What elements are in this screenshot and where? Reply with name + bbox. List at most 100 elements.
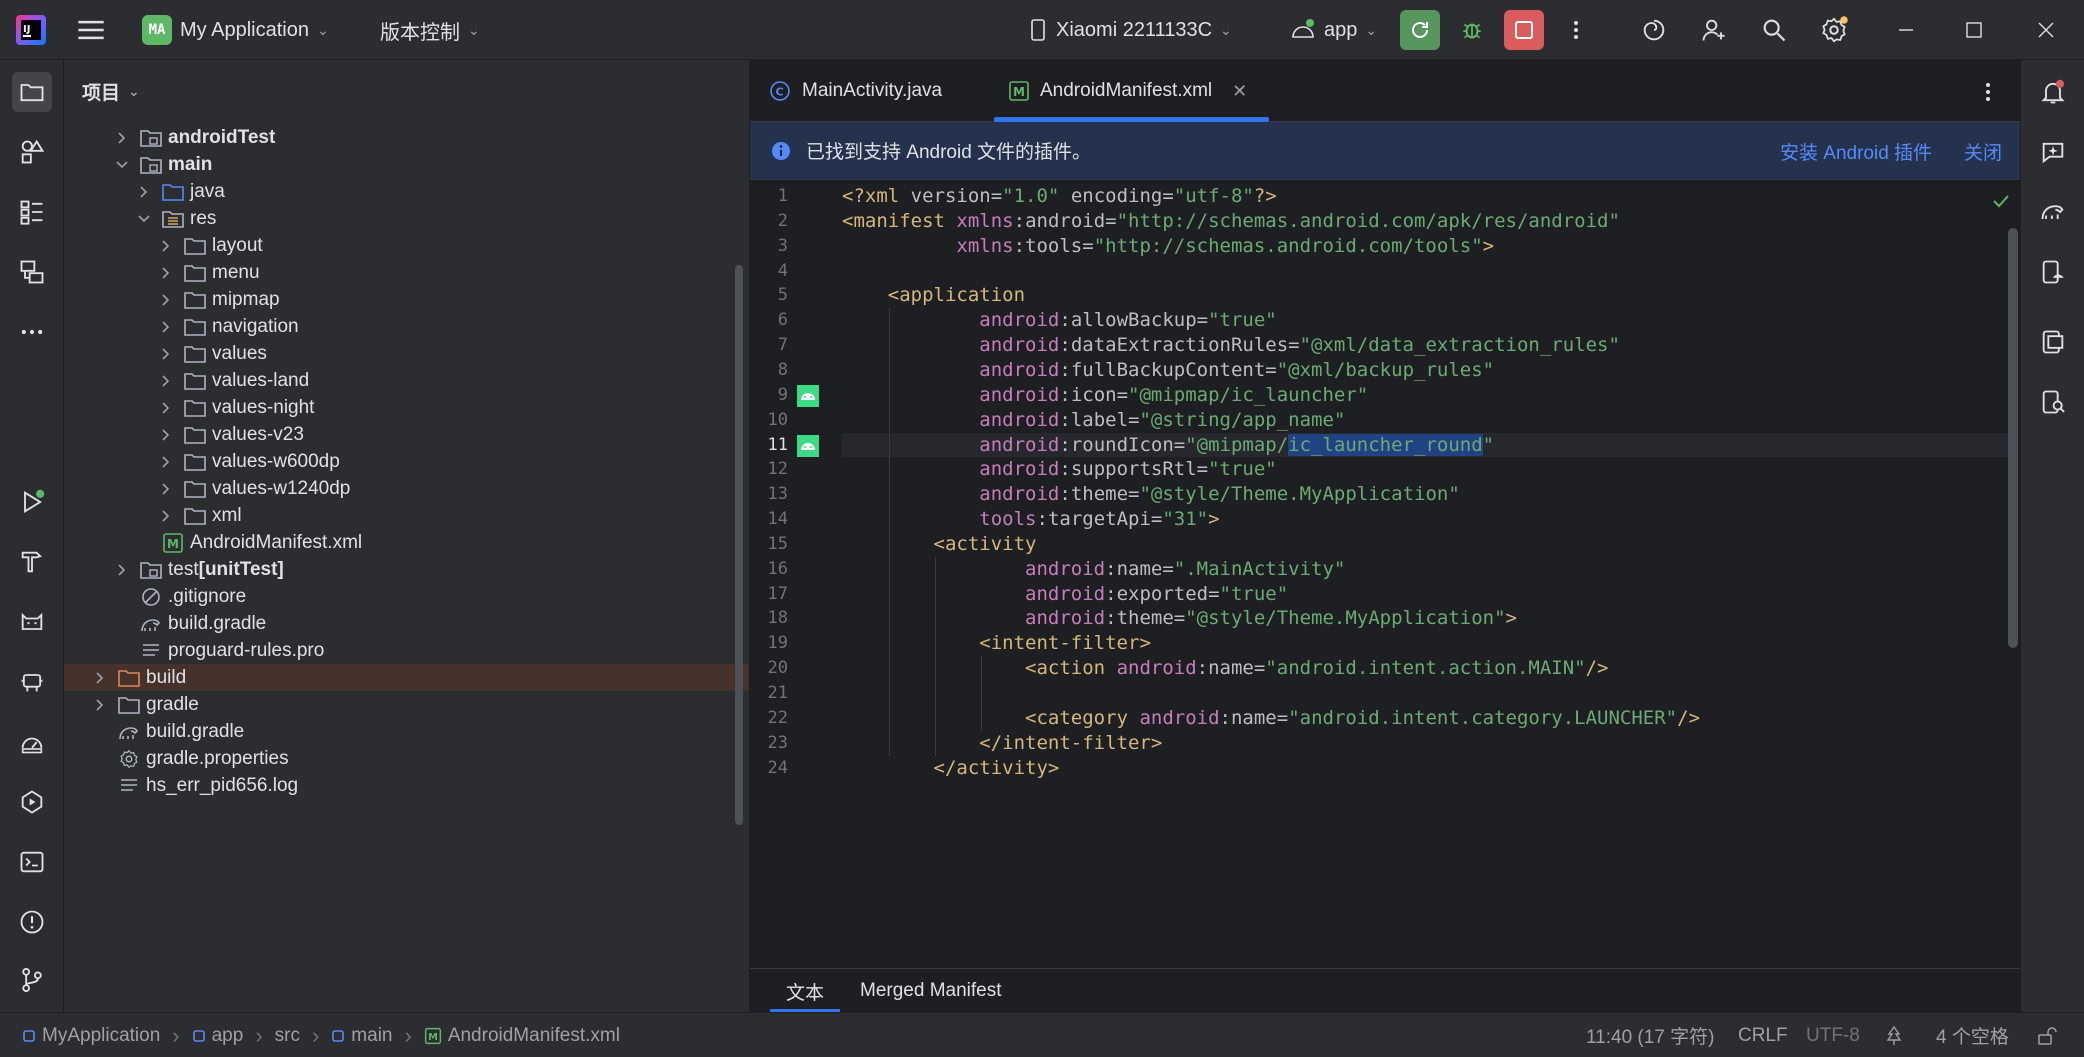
ai-assistant-button[interactable]	[1634, 10, 1674, 50]
code-line[interactable]: <manifest xmlns:android="http://schemas.…	[842, 209, 2012, 234]
chevron-right-icon[interactable]	[134, 185, 154, 199]
tree-item[interactable]: gradle	[64, 691, 749, 718]
running-devices-button[interactable]	[2033, 322, 2073, 362]
line-number[interactable]: 18	[750, 606, 788, 631]
tree-item[interactable]: test [unitTest]	[64, 556, 749, 583]
gradle-tool-button[interactable]	[2033, 192, 2073, 232]
code-line[interactable]: android:label="@string/app_name"	[842, 408, 2012, 433]
minimize-button[interactable]	[1886, 10, 1926, 50]
code-line[interactable]: android:dataExtractionRules="@xml/data_e…	[842, 333, 2012, 358]
structure-tool-button[interactable]	[12, 192, 52, 232]
add-user-button[interactable]	[1694, 10, 1734, 50]
chevron-right-icon[interactable]	[156, 374, 176, 388]
chevron-right-icon[interactable]	[90, 671, 110, 685]
tree-item[interactable]: values-night	[64, 394, 749, 421]
resource-manager-button[interactable]	[12, 132, 52, 172]
code-line[interactable]: </activity>	[842, 756, 2012, 781]
code-line[interactable]	[842, 259, 2012, 284]
code-line[interactable]: <application	[842, 283, 2012, 308]
maximize-button[interactable]	[1954, 10, 1994, 50]
code-line[interactable]: xmlns:tools="http://schemas.android.com/…	[842, 234, 2012, 259]
breadcrumb-item[interactable]: MyApplication	[22, 1025, 160, 1047]
tab-text[interactable]: 文本	[769, 969, 841, 1013]
code-line[interactable]: android:roundIcon="@mipmap/ic_launcher_r…	[842, 432, 2012, 458]
device-explorer-button[interactable]	[2033, 382, 2073, 422]
project-tool-button[interactable]	[12, 72, 52, 112]
line-number[interactable]: 7	[750, 333, 788, 358]
code-line[interactable]: tools:targetApi="31">	[842, 507, 2012, 532]
chevron-right-icon[interactable]	[112, 563, 132, 577]
tree-item[interactable]: values-v23	[64, 421, 749, 448]
close-window-button[interactable]	[2026, 10, 2066, 50]
chevron-right-icon[interactable]	[156, 239, 176, 253]
code-line[interactable]: <activity	[842, 532, 2012, 557]
chevron-right-icon[interactable]	[156, 320, 176, 334]
code-line[interactable]: android:supportsRtl="true"	[842, 457, 2012, 482]
tab-options-button[interactable]	[1980, 80, 1996, 104]
code-line[interactable]	[842, 681, 2012, 706]
line-number[interactable]: 11	[750, 433, 788, 458]
line-number[interactable]: 14	[750, 507, 788, 532]
device-selector[interactable]: Xiaomi 2211133C ⌄	[1028, 0, 1232, 60]
tree-item[interactable]: build.gradle	[64, 610, 749, 637]
run-tool-button[interactable]	[12, 482, 52, 522]
line-number[interactable]: 16	[750, 557, 788, 582]
chevron-right-icon[interactable]	[156, 428, 176, 442]
tab-android-manifest[interactable]: M AndroidManifest.xml ✕	[994, 60, 1270, 122]
tab-main-activity[interactable]: C MainActivity.java	[768, 60, 942, 122]
line-number[interactable]: 23	[750, 731, 788, 756]
code-line[interactable]: <action android:name="android.intent.act…	[842, 656, 2012, 681]
stop-button[interactable]	[1504, 10, 1544, 50]
tree-item[interactable]: gradle.properties	[64, 745, 749, 772]
more-tools-button[interactable]	[12, 312, 52, 352]
terminal-tool-button[interactable]	[12, 842, 52, 882]
profiler-tool-button[interactable]	[12, 722, 52, 762]
tree-item[interactable]: androidTest	[64, 124, 749, 151]
services-tool-button[interactable]	[12, 782, 52, 822]
code-line[interactable]: android:fullBackupContent="@xml/backup_r…	[842, 358, 2012, 383]
tree-item[interactable]: hs_err_pid656.log	[64, 772, 749, 799]
chevron-down-icon[interactable]	[112, 158, 132, 172]
chevron-right-icon[interactable]	[112, 131, 132, 145]
tree-item[interactable]: values	[64, 340, 749, 367]
tree-item[interactable]: values-w1240dp	[64, 475, 749, 502]
chevron-down-icon[interactable]	[134, 212, 154, 226]
notifications-button[interactable]	[2033, 72, 2073, 112]
main-menu-icon[interactable]	[72, 0, 110, 60]
line-number[interactable]: 3	[750, 234, 788, 259]
chevron-right-icon[interactable]	[156, 482, 176, 496]
project-panel-header[interactable]: 项目 ⌄	[64, 60, 749, 122]
app-icon-preview-icon[interactable]	[796, 434, 820, 458]
line-ending[interactable]: CRLF	[1738, 1013, 1788, 1057]
line-number[interactable]: 6	[750, 308, 788, 333]
code-line[interactable]: android:theme="@style/Theme.MyApplicatio…	[842, 606, 2012, 631]
rerun-button[interactable]	[1400, 10, 1440, 50]
line-number[interactable]: 13	[750, 482, 788, 507]
breadcrumb-item[interactable]: app	[192, 1025, 243, 1047]
memory-indicator[interactable]	[1884, 1013, 1904, 1057]
read-only-toggle[interactable]	[2036, 1013, 2058, 1057]
code-line[interactable]: <intent-filter>	[842, 631, 2012, 656]
tree-item[interactable]: .gitignore	[64, 583, 749, 610]
line-number[interactable]: 21	[750, 681, 788, 706]
tree-item[interactable]: M AndroidManifest.xml	[64, 529, 749, 556]
chevron-right-icon[interactable]	[90, 698, 110, 712]
tree-item[interactable]: java	[64, 178, 749, 205]
app-logo-icon[interactable]: IJ	[14, 0, 48, 60]
tree-item[interactable]: mipmap	[64, 286, 749, 313]
chevron-right-icon[interactable]	[156, 401, 176, 415]
vcs-menu[interactable]: 版本控制 ⌄	[380, 0, 480, 60]
code-line[interactable]: <?xml version="1.0" encoding="utf-8"?>	[842, 184, 2012, 209]
settings-button[interactable]	[1814, 10, 1854, 50]
project-switcher[interactable]: MA My Application ⌄	[142, 0, 329, 60]
device-manager-button[interactable]	[2033, 252, 2073, 292]
tree-item[interactable]: values-w600dp	[64, 448, 749, 475]
chevron-right-icon[interactable]	[156, 293, 176, 307]
no-problems-icon[interactable]	[1990, 190, 2012, 212]
line-number[interactable]: 17	[750, 582, 788, 607]
code-line[interactable]: <category android:name="android.intent.c…	[842, 706, 2012, 731]
problems-tool-button[interactable]	[12, 902, 52, 942]
line-number[interactable]: 15	[750, 532, 788, 557]
tree-item[interactable]: res	[64, 205, 749, 232]
install-plugin-link[interactable]: 安装 Android 插件	[1780, 122, 1932, 180]
